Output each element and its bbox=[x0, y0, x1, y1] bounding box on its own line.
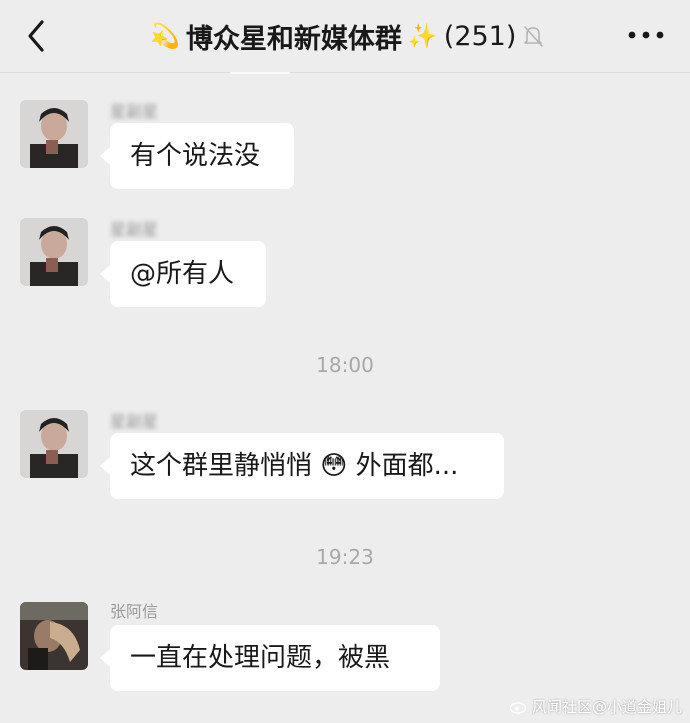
message-bubble[interactable]: @所有人 bbox=[100, 241, 266, 307]
watermark-text: 风闻社区@小道金姐儿 bbox=[531, 698, 682, 716]
chat-title[interactable]: 💫 博众星和新媒体群 ✨ (251) bbox=[150, 14, 570, 58]
sender-name: 星副星 bbox=[110, 102, 159, 121]
message-text: 有个说法没 bbox=[130, 141, 261, 171]
weibo-icon bbox=[509, 702, 527, 714]
message-bubble[interactable]: 有个说法没 bbox=[100, 123, 294, 189]
header-divider bbox=[230, 72, 290, 74]
sender-name: 星副星 bbox=[110, 412, 159, 431]
avatar[interactable] bbox=[20, 218, 88, 286]
title-emoji-dizzy: 💫 bbox=[150, 22, 180, 50]
message-row: 星副星 这个群里静悄悄 😳 外面都... bbox=[0, 410, 690, 505]
timestamp: 19:23 bbox=[316, 545, 374, 569]
member-count: (251) bbox=[443, 20, 517, 52]
timestamp: 18:00 bbox=[316, 353, 374, 377]
group-name: 博众星和新媒体群 bbox=[185, 23, 402, 55]
more-dots-icon bbox=[628, 31, 664, 39]
avatar-image bbox=[20, 100, 88, 168]
back-button[interactable] bbox=[20, 16, 56, 56]
message-text: 这个群里静悄悄 bbox=[130, 451, 313, 481]
avatar-image bbox=[20, 602, 88, 670]
avatar[interactable] bbox=[20, 602, 88, 670]
bell-off-icon bbox=[524, 26, 544, 47]
message-bubble[interactable]: 一直在处理问题，被黑 bbox=[100, 625, 440, 691]
message-row: 星副星 有个说法没 bbox=[0, 100, 690, 195]
message-text-after: 外面都... bbox=[355, 451, 459, 481]
chevron-left-icon bbox=[28, 20, 44, 52]
avatar[interactable] bbox=[20, 100, 88, 168]
more-button[interactable] bbox=[626, 26, 666, 44]
avatar-image bbox=[20, 410, 88, 478]
sender-name: 张阿信 bbox=[110, 602, 159, 621]
message-row: 张阿信 一直在处理问题，被黑 bbox=[0, 602, 690, 697]
sender-name: 星副星 bbox=[110, 220, 159, 239]
message-text: @所有人 bbox=[130, 259, 235, 289]
message-bubble[interactable]: 这个群里静悄悄 😳 外面都... bbox=[100, 433, 504, 499]
avatar[interactable] bbox=[20, 410, 88, 478]
message-text: 一直在处理问题，被黑 bbox=[130, 643, 391, 673]
flushed-face-emoji: 😳 bbox=[320, 451, 348, 481]
message-row: 星副星 @所有人 bbox=[0, 218, 690, 313]
title-emoji-sparkles: ✨ bbox=[407, 22, 438, 50]
avatar-image bbox=[20, 218, 88, 286]
chat-header: 💫 博众星和新媒体群 ✨ (251) bbox=[0, 0, 690, 73]
watermark: 风闻社区@小道金姐儿 bbox=[509, 696, 682, 717]
